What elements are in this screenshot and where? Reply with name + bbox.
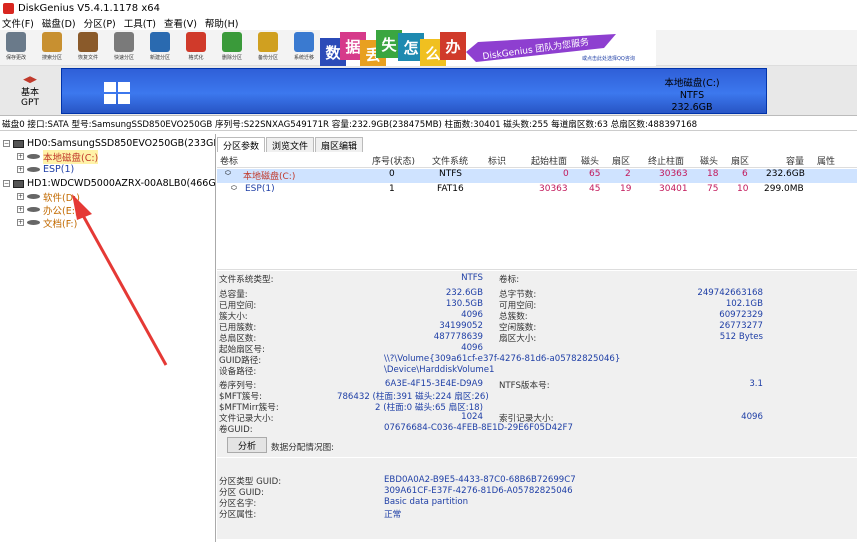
partition-icon bbox=[27, 220, 40, 225]
delete-partition-icon bbox=[222, 32, 242, 52]
table-row[interactable]: ⬭ ESP(1) 1 FAT16 30363 45 19 30401 75 10… bbox=[217, 184, 857, 198]
tab-bar: 分区参数 浏览文件 扇区编辑 bbox=[217, 137, 364, 152]
tree-partition-e[interactable]: + 办公(E:) bbox=[17, 203, 79, 217]
recover-files-icon bbox=[78, 32, 98, 52]
collapse-icon[interactable]: − bbox=[3, 140, 10, 147]
menu-disk[interactable]: 磁盘(D) bbox=[42, 16, 76, 30]
save-button[interactable]: 保存更改 bbox=[2, 32, 30, 64]
partition-bar-size: 232.6GB bbox=[671, 102, 713, 113]
system-migrate-icon bbox=[294, 32, 314, 52]
support-banner[interactable]: 数 据 丢 失 怎 么 办 DiskGenius 团队为您服务 或点击此处选择Q… bbox=[320, 30, 656, 68]
disk-scheme-label: GPT bbox=[21, 97, 39, 108]
expand-icon[interactable]: + bbox=[17, 193, 24, 200]
tree-partition-f[interactable]: + 文档(F:) bbox=[17, 216, 77, 230]
quick-partition-button[interactable]: 快速分区 bbox=[110, 32, 138, 64]
table-row[interactable]: ⬭ 本地磁盘(C:) 0 NTFS 0 65 2 30363 18 6 232.… bbox=[217, 169, 857, 183]
menu-help[interactable]: 帮助(H) bbox=[205, 16, 239, 30]
banner-char: 办 bbox=[440, 32, 466, 60]
partition-table-header: 卷标 序号(状态) 文件系统 标识 起始柱面 磁头 扇区 终止柱面 磁头 扇区 … bbox=[217, 154, 857, 168]
tree-partition-c[interactable]: + 本地磁盘(C:) bbox=[17, 149, 99, 164]
col-header[interactable]: 起始柱面 bbox=[531, 154, 567, 167]
col-header[interactable]: 扇区 bbox=[731, 154, 749, 167]
windows-icon bbox=[104, 82, 130, 104]
save-icon bbox=[6, 32, 26, 52]
expand-icon[interactable]: + bbox=[17, 206, 24, 213]
expand-icon[interactable]: + bbox=[17, 219, 24, 226]
partition-bar-name: 本地磁盘(C:) bbox=[664, 78, 720, 89]
disk-nav-arrows[interactable]: ◀▶ bbox=[23, 75, 37, 85]
delete-partition-button[interactable]: 删除分区 bbox=[218, 32, 246, 64]
title-bar: DiskGenius V5.4.1.1178 x64 bbox=[0, 0, 857, 16]
expand-icon[interactable]: + bbox=[17, 153, 24, 160]
backup-partition-icon bbox=[258, 32, 278, 52]
section-divider bbox=[217, 457, 857, 458]
tree-partition-d[interactable]: + 软件(D:) bbox=[17, 190, 80, 204]
format-button[interactable]: 格式化 bbox=[182, 32, 210, 64]
app-icon bbox=[3, 2, 14, 14]
allocation-map-label: 数据分配情况图: bbox=[271, 443, 335, 453]
search-partition-button[interactable]: 搜索分区 bbox=[38, 32, 66, 64]
backup-partition-button[interactable]: 备份分区 bbox=[254, 32, 282, 64]
hard-disk-icon bbox=[13, 179, 24, 188]
disk-type-label: 基本 bbox=[20, 87, 39, 98]
menu-tools[interactable]: 工具(T) bbox=[124, 16, 156, 30]
analyze-button[interactable]: 分析 bbox=[227, 437, 267, 453]
partition-icon: ⬭ bbox=[231, 184, 237, 192]
col-header[interactable]: 序号(状态) bbox=[372, 154, 415, 167]
tree-disk-hd1[interactable]: − HD1:WDCWD5000AZRX-00A8LB0(466GB) bbox=[3, 177, 215, 190]
banner-subtext: 或点击此处选择QQ咨询 bbox=[582, 56, 635, 62]
hard-disk-icon bbox=[13, 139, 24, 148]
filesystem-info: 文件系统类型: NTFS 卷标: 总容量: 232.6GB 已用空间: 130.… bbox=[217, 271, 857, 539]
col-header[interactable]: 文件系统 bbox=[432, 154, 468, 167]
partition-icon bbox=[27, 154, 40, 159]
quick-partition-icon bbox=[114, 32, 134, 52]
collapse-icon[interactable]: − bbox=[3, 180, 10, 187]
partition-bar-c[interactable]: 本地磁盘(C:) NTFS 232.6GB bbox=[61, 68, 767, 114]
col-header[interactable]: 扇区 bbox=[612, 154, 630, 167]
system-migrate-button[interactable]: 系统迁移 bbox=[290, 32, 318, 64]
col-header[interactable]: 磁头 bbox=[581, 154, 599, 167]
window-title: DiskGenius V5.4.1.1178 x64 bbox=[18, 2, 160, 14]
partition-icon bbox=[27, 167, 40, 172]
disk-map: ◀▶ 基本 GPT 本地磁盘(C:) NTFS 232.6GB bbox=[0, 66, 857, 116]
disk-tree: − HD0:SamsungSSD850EVO250GB(233GB) + 本地磁… bbox=[0, 134, 216, 542]
tab-browse-files[interactable]: 浏览文件 bbox=[266, 137, 315, 152]
partition-icon: ⬭ bbox=[225, 169, 231, 177]
expand-icon[interactable]: + bbox=[17, 166, 24, 173]
recover-files-button[interactable]: 恢复文件 bbox=[74, 32, 102, 64]
format-icon bbox=[186, 32, 206, 52]
col-header[interactable]: 磁头 bbox=[700, 154, 718, 167]
col-header[interactable]: 终止柱面 bbox=[648, 154, 684, 167]
col-header[interactable]: 属性 bbox=[817, 154, 835, 167]
menu-partition[interactable]: 分区(P) bbox=[84, 16, 116, 30]
search-icon bbox=[42, 32, 62, 52]
partition-bar-fs: NTFS bbox=[679, 90, 705, 101]
disk-info-line: 磁盘0 接口:SATA 型号:SamsungSSD850EVO250GB 序列号… bbox=[0, 117, 857, 131]
partition-icon bbox=[27, 194, 40, 199]
col-header[interactable]: 卷标 bbox=[220, 154, 238, 167]
partition-detail-pane: 分区参数 浏览文件 扇区编辑 卷标 序号(状态) 文件系统 标识 起始柱面 磁头… bbox=[217, 134, 857, 542]
tab-partition-params[interactable]: 分区参数 bbox=[217, 137, 266, 152]
menu-file[interactable]: 文件(F) bbox=[2, 16, 34, 30]
disk-nav: ◀▶ 基本 GPT bbox=[0, 66, 60, 116]
new-partition-button[interactable]: 新建分区 bbox=[146, 32, 174, 64]
pane-divider[interactable] bbox=[217, 269, 857, 270]
menu-view[interactable]: 查看(V) bbox=[164, 16, 197, 30]
tree-partition-esp[interactable]: + ESP(1) bbox=[17, 163, 74, 176]
tab-sector-edit[interactable]: 扇区编辑 bbox=[315, 137, 364, 152]
tree-disk-hd0[interactable]: − HD0:SamsungSSD850EVO250GB(233GB) bbox=[3, 137, 215, 150]
new-partition-icon bbox=[150, 32, 170, 52]
col-header[interactable]: 容量 bbox=[786, 154, 804, 167]
col-header[interactable]: 标识 bbox=[488, 154, 506, 167]
partition-icon bbox=[27, 207, 40, 212]
menu-bar: 文件(F) 磁盘(D) 分区(P) 工具(T) 查看(V) 帮助(H) bbox=[0, 16, 857, 30]
